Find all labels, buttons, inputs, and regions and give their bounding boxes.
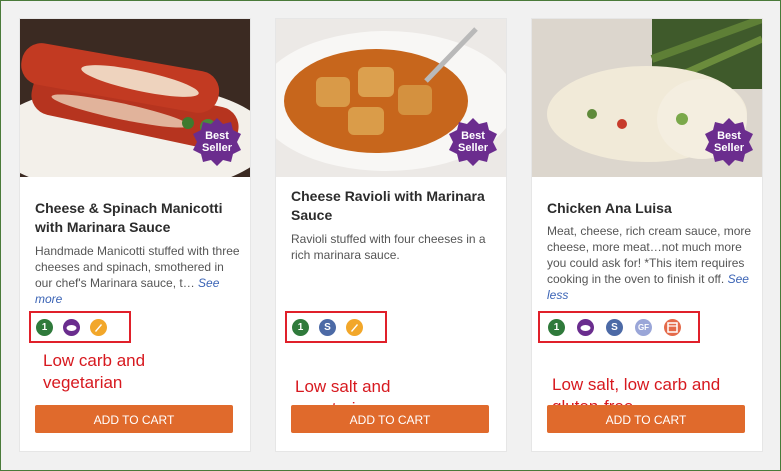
salt-glyph: S xyxy=(611,322,618,333)
one-serving-glyph: 1 xyxy=(553,322,560,333)
badge-label: Best Seller xyxy=(458,130,488,154)
product-card-manicotti: Best Seller Cheese & Spinach Manicotti wi… xyxy=(20,19,250,451)
oven-icon xyxy=(664,319,681,336)
low-salt-icon: S xyxy=(606,319,623,336)
annotation-label: Low carb and vegetarian xyxy=(43,351,146,392)
diet-icons-box: 1 S xyxy=(285,311,387,343)
diet-icons-box: 1 S GF xyxy=(538,311,700,343)
product-description: Handmade Manicotti stuffed with three ch… xyxy=(35,243,242,307)
salt-glyph: S xyxy=(324,322,331,333)
add-to-cart-button[interactable]: ADD TO CART xyxy=(547,405,745,433)
bread-icon xyxy=(580,325,591,331)
carrot-icon xyxy=(351,324,358,332)
badge-label: Best Seller xyxy=(202,130,232,154)
product-title[interactable]: Cheese & Spinach Manicotti with Marinara… xyxy=(35,199,240,237)
low-carb-icon xyxy=(63,319,80,336)
product-description: Ravioli stuffed with four cheeses in a r… xyxy=(291,231,498,263)
oven-glyph xyxy=(667,322,678,333)
add-to-cart-button[interactable]: ADD TO CART xyxy=(291,405,489,433)
best-seller-badge: Best Seller xyxy=(704,117,754,167)
product-title[interactable]: Cheese Ravioli with Marinara Sauce xyxy=(291,187,496,225)
one-serving-glyph: 1 xyxy=(41,322,48,333)
page-frame: Best Seller Cheese & Spinach Manicotti wi… xyxy=(0,0,781,471)
vegetarian-icon xyxy=(346,319,363,336)
badge-label: Best Seller xyxy=(714,130,744,154)
gluten-free-icon: GF xyxy=(635,319,652,336)
one-serving-glyph: 1 xyxy=(297,322,304,333)
one-serving-icon: 1 xyxy=(292,319,309,336)
product-card-chicken: Best Seller Chicken Ana Luisa Meat, chees… xyxy=(532,19,762,451)
low-salt-icon: S xyxy=(319,319,336,336)
diet-icons-box: 1 xyxy=(29,311,131,343)
gluten-free-glyph: GF xyxy=(637,323,650,332)
one-serving-icon: 1 xyxy=(548,319,565,336)
bread-icon xyxy=(66,325,77,331)
best-seller-badge: Best Seller xyxy=(448,117,498,167)
carrot-icon xyxy=(95,324,102,332)
product-title[interactable]: Chicken Ana Luisa xyxy=(547,199,752,218)
one-serving-icon: 1 xyxy=(36,319,53,336)
add-to-cart-button[interactable]: ADD TO CART xyxy=(35,405,233,433)
best-seller-badge: Best Seller xyxy=(192,117,242,167)
description-text: Ravioli stuffed with four cheeses in a r… xyxy=(291,232,486,262)
product-card-ravioli: Best Seller Cheese Ravioli with Marinara … xyxy=(276,19,506,451)
product-description: Meat, cheese, rich cream sauce, more che… xyxy=(547,223,754,303)
vegetarian-icon xyxy=(90,319,107,336)
low-carb-icon xyxy=(577,319,594,336)
description-text: Meat, cheese, rich cream sauce, more che… xyxy=(547,224,752,286)
